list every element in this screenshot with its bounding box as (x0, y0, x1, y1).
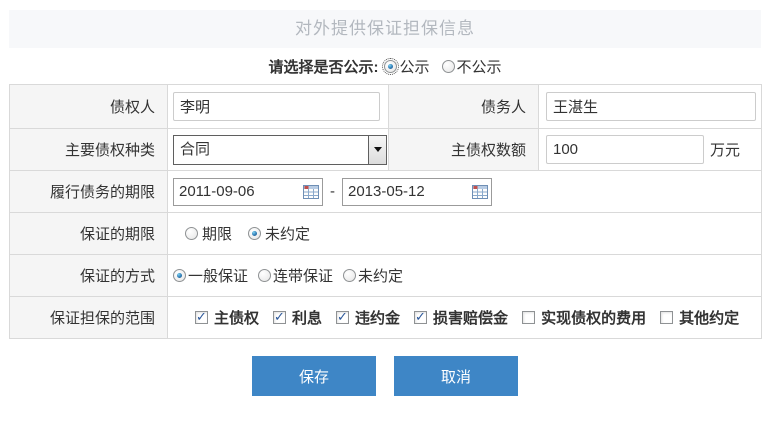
debtor-label: 债务人 (389, 85, 539, 129)
checkbox-label: 其他约定 (679, 307, 739, 328)
radio-label: 期限 (202, 223, 232, 244)
calendar-icon[interactable] (303, 185, 319, 199)
page-title: 对外提供保证担保信息 (9, 10, 761, 48)
performance-period-label: 履行债务的期限 (10, 171, 168, 213)
radio-icon[interactable] (442, 60, 455, 73)
checkbox-icon[interactable] (522, 311, 535, 324)
checkbox-scope-interest[interactable]: 利息 (273, 307, 322, 328)
radio-label: 不公示 (457, 56, 502, 77)
debt-amount-input[interactable] (546, 135, 704, 164)
cancel-button[interactable]: 取消 (394, 356, 518, 396)
guarantee-form-table: 债权人 债务人 主要债权种类 合同 主债权数额 (9, 84, 762, 339)
creditor-label: 债权人 (10, 85, 168, 129)
guarantee-scope-label: 保证担保的范围 (10, 297, 168, 339)
checkbox-label: 利息 (292, 307, 322, 328)
action-button-row: 保存 取消 (9, 356, 761, 396)
period-start-date-value: 2011-09-06 (179, 183, 255, 200)
checkbox-label: 主债权 (214, 307, 259, 328)
checkbox-icon[interactable] (660, 311, 673, 324)
radio-icon[interactable] (343, 269, 356, 282)
period-end-date-input[interactable]: 2013-05-12 (342, 178, 492, 206)
checkbox-label: 实现债权的费用 (541, 307, 646, 328)
dropdown-arrow-button[interactable] (368, 136, 386, 164)
checkbox-scope-damages[interactable]: 损害赔偿金 (414, 307, 508, 328)
debt-type-select[interactable]: 合同 (173, 135, 387, 165)
checkbox-scope-principal[interactable]: 主债权 (195, 307, 259, 328)
radio-icon[interactable] (384, 60, 397, 73)
amount-unit-label: 万元 (710, 139, 740, 160)
publicity-question-label: 请选择是否公示: (268, 56, 378, 77)
debt-type-selected-value: 合同 (174, 136, 368, 164)
guarantee-period-label: 保证的期限 (10, 213, 168, 255)
creditor-input[interactable] (173, 92, 380, 121)
checkbox-label: 违约金 (355, 307, 400, 328)
period-end-date-value: 2013-05-12 (348, 183, 425, 200)
calendar-icon[interactable] (472, 185, 488, 199)
radio-label: 连带保证 (273, 265, 333, 286)
checkbox-icon[interactable] (195, 311, 208, 324)
checkbox-icon[interactable] (273, 311, 286, 324)
radio-icon[interactable] (173, 269, 186, 282)
radio-method-general[interactable]: 一般保证 (173, 265, 248, 286)
period-start-date-input[interactable]: 2011-09-06 (173, 178, 323, 206)
radio-method-joint[interactable]: 连带保证 (258, 265, 333, 286)
checkbox-icon[interactable] (414, 311, 427, 324)
radio-label: 公示 (399, 56, 429, 77)
publicity-choice-row: 请选择是否公示: 公示 不公示 (9, 48, 761, 84)
checkbox-label: 损害赔偿金 (433, 307, 508, 328)
debt-amount-label: 主债权数额 (389, 129, 539, 171)
radio-publicity-no[interactable]: 不公示 (442, 56, 502, 77)
radio-guarantee-period-unagreed[interactable]: 未约定 (248, 223, 310, 244)
checkbox-scope-penalty[interactable]: 违约金 (336, 307, 400, 328)
chevron-down-icon (374, 147, 382, 152)
checkbox-icon[interactable] (336, 311, 349, 324)
guarantee-method-label: 保证的方式 (10, 255, 168, 297)
checkbox-scope-other[interactable]: 其他约定 (660, 307, 739, 328)
debt-type-label: 主要债权种类 (10, 129, 168, 171)
radio-label: 一般保证 (188, 265, 248, 286)
radio-label: 未约定 (265, 223, 310, 244)
page-container: 对外提供保证担保信息 请选择是否公示: 公示 不公示 债权人 债务人 主要债权种… (9, 10, 761, 396)
radio-icon[interactable] (258, 269, 271, 282)
radio-icon[interactable] (248, 227, 261, 240)
radio-icon[interactable] (185, 227, 198, 240)
radio-publicity-yes[interactable]: 公示 (384, 56, 429, 77)
radio-method-unagreed[interactable]: 未约定 (343, 265, 403, 286)
checkbox-scope-realization-costs[interactable]: 实现债权的费用 (522, 307, 646, 328)
date-range-separator: - (330, 183, 335, 200)
save-button[interactable]: 保存 (252, 356, 376, 396)
radio-guarantee-period-fixed[interactable]: 期限 (185, 223, 232, 244)
debtor-input[interactable] (546, 92, 756, 121)
radio-label: 未约定 (358, 265, 403, 286)
